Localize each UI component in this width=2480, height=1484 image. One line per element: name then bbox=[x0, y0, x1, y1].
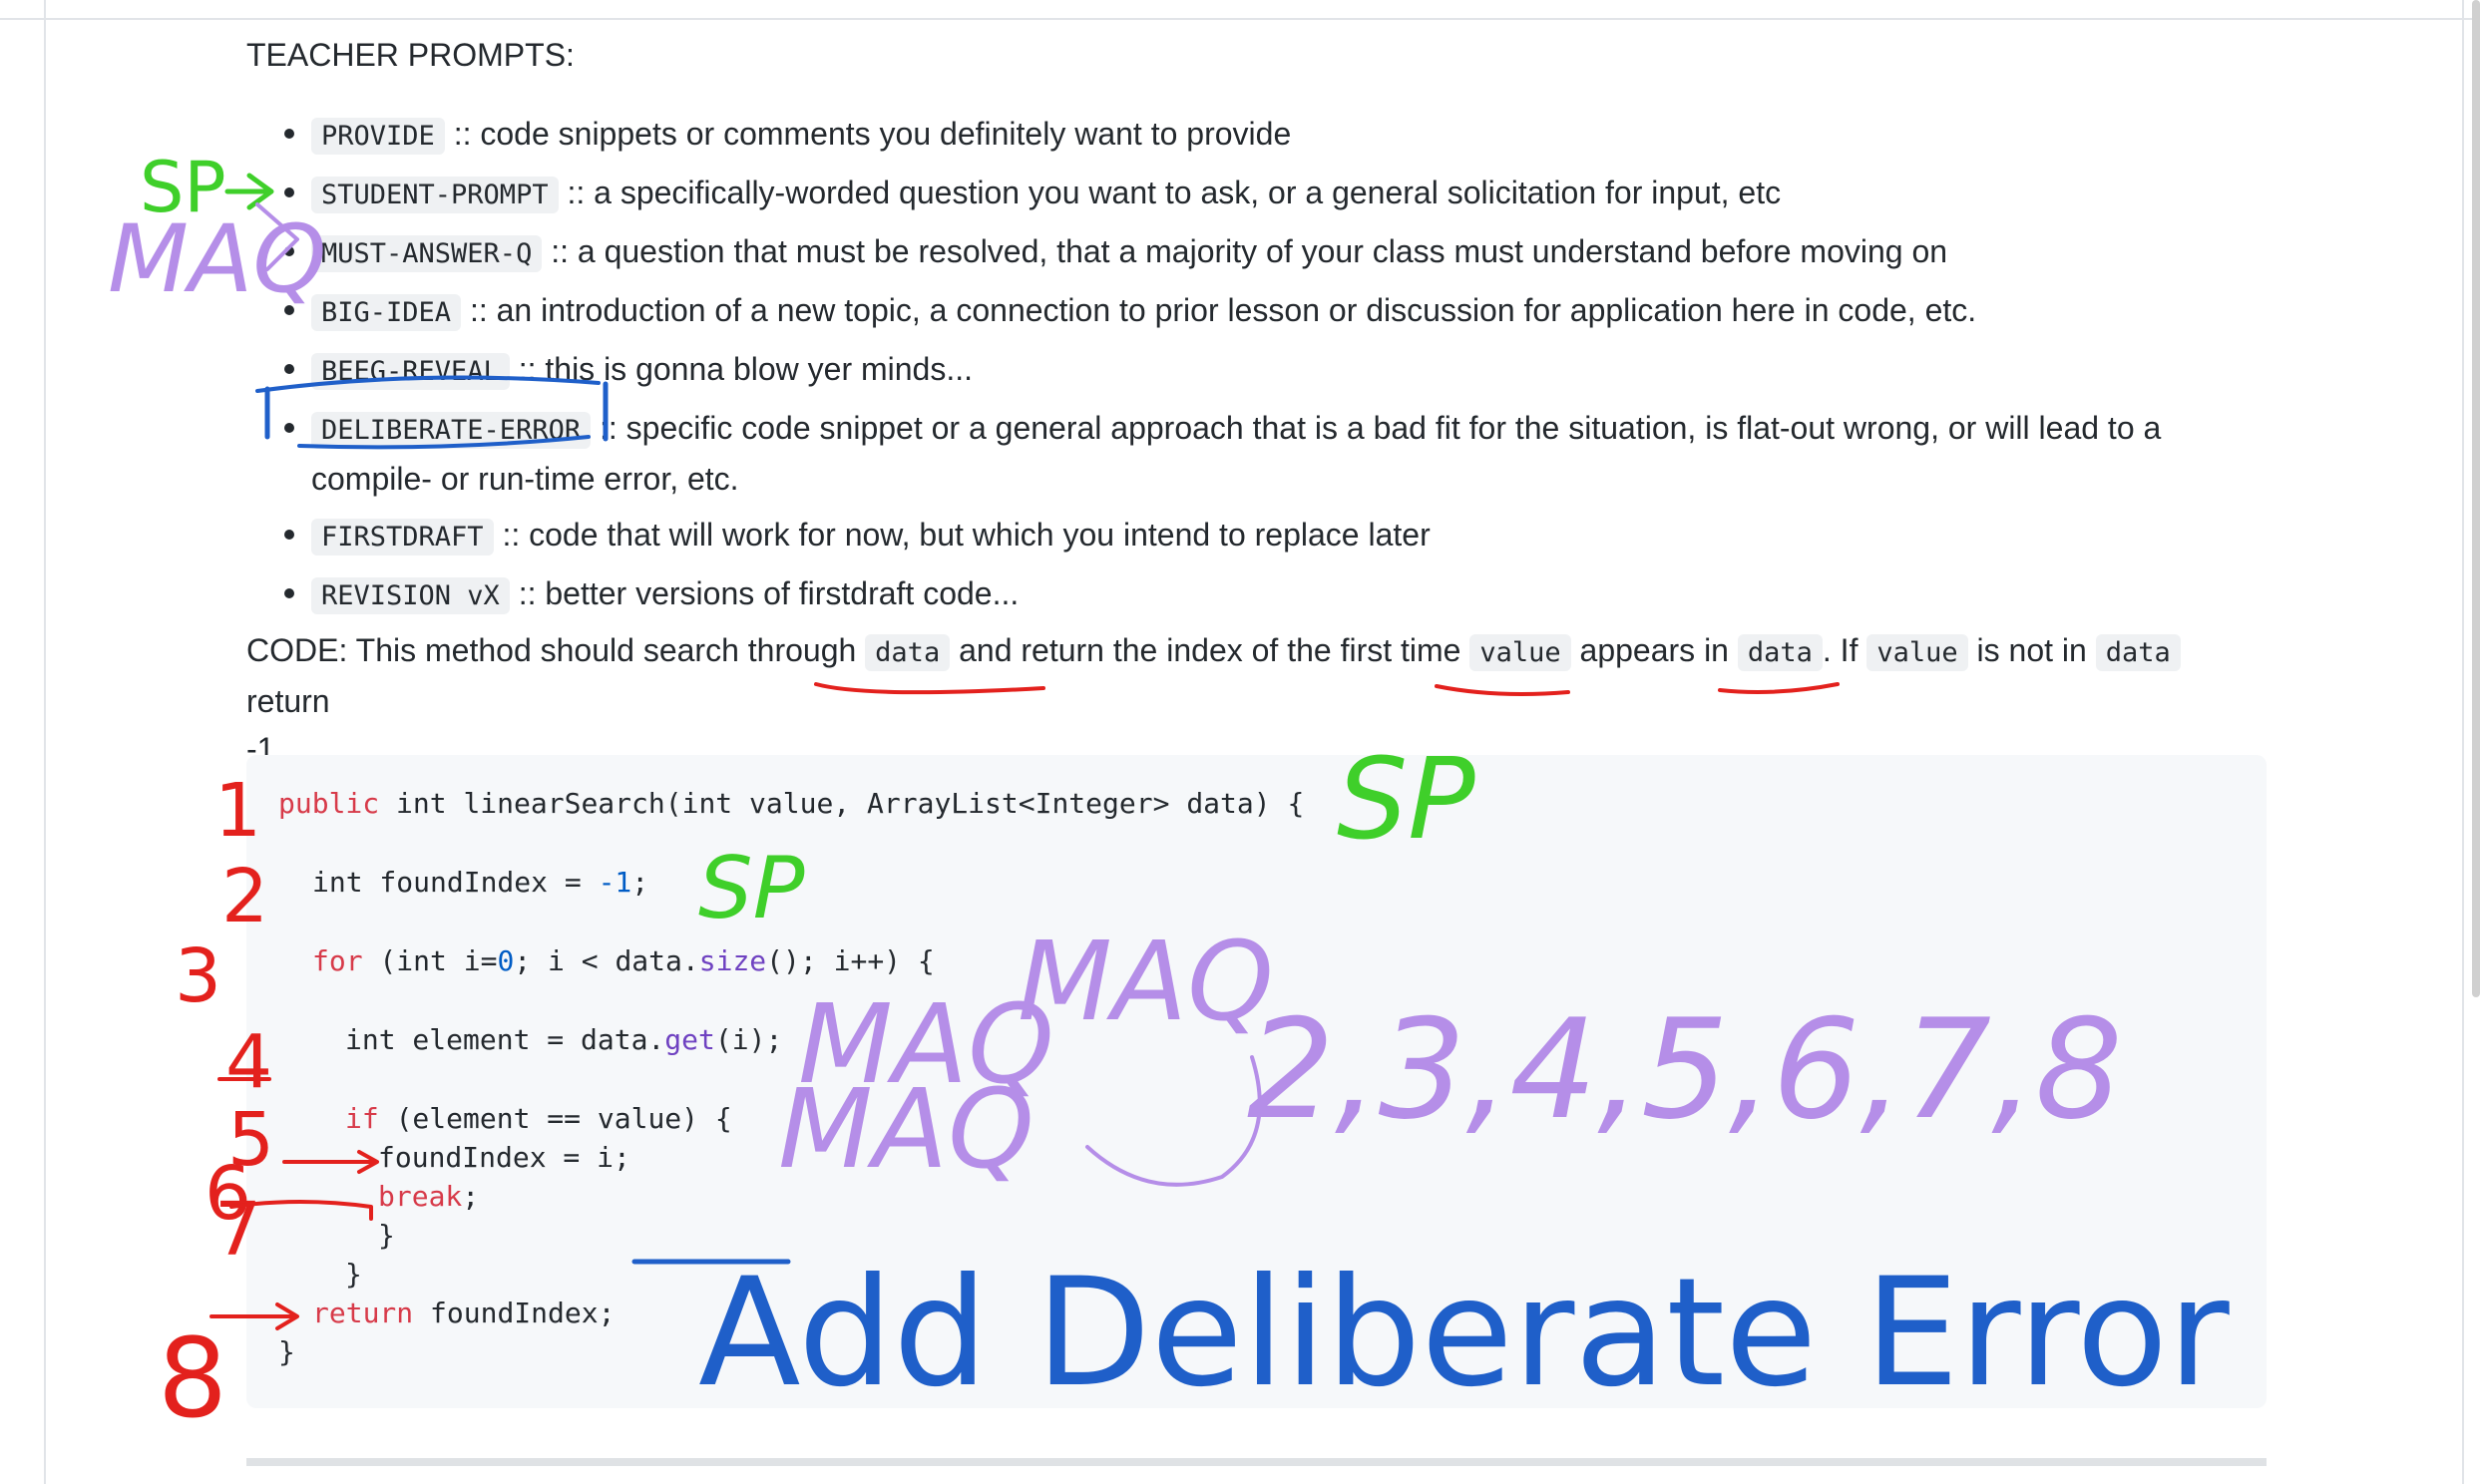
prompt-description: :: an introduction of a new topic, a con… bbox=[469, 292, 1977, 328]
code-keyword: for bbox=[312, 944, 363, 977]
horizontal-rule bbox=[246, 1458, 2267, 1466]
code-line: return foundIndex; bbox=[312, 1297, 615, 1329]
list-item: FIRSTDRAFT :: code that will work for no… bbox=[246, 511, 2242, 561]
prompt-tag: BEEG-REVEAL bbox=[311, 353, 510, 390]
teacher-prompts-list: PROVIDE :: code snippets or comments you… bbox=[246, 110, 2242, 628]
code-text: ; i < data. bbox=[514, 944, 699, 977]
code-line: int foundIndex = -1; bbox=[312, 866, 648, 899]
prompt-tag: DELIBERATE-ERROR bbox=[311, 412, 592, 449]
code-line: } bbox=[345, 1258, 362, 1291]
code-line: int element = data.get(i); bbox=[345, 1023, 782, 1056]
list-item: REVISION vX :: better versions of firstd… bbox=[246, 569, 2242, 620]
prompt-description: :: this is gonna blow yer minds... bbox=[518, 351, 974, 387]
desc-text: CODE: This method should search through bbox=[246, 632, 857, 668]
code-text: foundIndex; bbox=[413, 1297, 616, 1329]
prompt-description: :: a specifically-worded question you wa… bbox=[567, 175, 1782, 210]
code-function: size bbox=[698, 944, 767, 977]
code-text: } bbox=[345, 1258, 362, 1291]
prompt-tag: BIG-IDEA bbox=[311, 294, 462, 331]
list-item: MUST-ANSWER-Q :: a question that must be… bbox=[246, 227, 2242, 278]
prompt-tag: STUDENT-PROMPT bbox=[311, 177, 559, 213]
code-number: -1 bbox=[598, 866, 632, 899]
code-text: } bbox=[278, 1335, 295, 1368]
code-line: break; bbox=[378, 1180, 479, 1213]
content-right-border bbox=[2462, 0, 2464, 1484]
window-frame-top bbox=[0, 0, 2480, 20]
list-item: BIG-IDEA :: an introduction of a new top… bbox=[246, 286, 2242, 337]
annotation-text: SP bbox=[140, 147, 226, 228]
code-line: foundIndex = i; bbox=[378, 1141, 630, 1174]
prompt-tag: PROVIDE bbox=[311, 118, 445, 155]
scrollbar[interactable] bbox=[2472, 0, 2480, 997]
line-number: 8 bbox=[158, 1314, 227, 1442]
inline-code: value bbox=[1866, 634, 1968, 671]
prompt-tag: REVISION vX bbox=[311, 577, 510, 614]
code-line: if (element == value) { bbox=[345, 1102, 732, 1135]
prompt-tag: FIRSTDRAFT bbox=[311, 519, 494, 556]
desc-text: and return the index of the first time bbox=[959, 632, 1461, 668]
desc-text: . If bbox=[1822, 632, 1859, 668]
code-text: (int i= bbox=[362, 944, 498, 977]
code-block[interactable]: public int linearSearch(int value, Array… bbox=[246, 755, 2267, 1408]
content-left-border bbox=[44, 0, 46, 1484]
code-keyword: return bbox=[312, 1297, 414, 1329]
line-number: 3 bbox=[175, 933, 221, 1019]
inline-code: data bbox=[865, 634, 951, 671]
prompt-description: :: better versions of firstdraft code... bbox=[518, 575, 1020, 611]
prompt-description: :: a question that must be resolved, tha… bbox=[551, 233, 1948, 269]
code-function: get bbox=[664, 1023, 715, 1056]
code-text: } bbox=[378, 1219, 395, 1252]
prompt-description: :: specific code snippet or a general ap… bbox=[599, 410, 2162, 446]
inline-code: data bbox=[1737, 634, 1823, 671]
code-text: (i); bbox=[714, 1023, 783, 1056]
inline-code: data bbox=[2095, 634, 2181, 671]
code-number: 0 bbox=[497, 944, 515, 977]
line-number: 6 bbox=[205, 1151, 251, 1237]
code-text: int element = data. bbox=[345, 1023, 665, 1056]
code-text: int linearSearch(int value, ArrayList<In… bbox=[379, 787, 1305, 820]
code-text: foundIndex = i; bbox=[378, 1141, 630, 1174]
desc-text: return bbox=[246, 683, 330, 719]
prompt-description-continued: compile- or run-time error, etc. bbox=[311, 461, 739, 497]
code-keyword: break bbox=[378, 1180, 463, 1213]
code-line: } bbox=[278, 1335, 295, 1368]
list-item: STUDENT-PROMPT :: a specifically-worded … bbox=[246, 169, 2242, 219]
inline-code: value bbox=[1469, 634, 1571, 671]
desc-text: is not in bbox=[1976, 632, 2087, 668]
code-text: ; bbox=[631, 866, 649, 899]
desc-text: appears in bbox=[1579, 632, 1729, 668]
code-text: (); i++) { bbox=[766, 944, 935, 977]
page-heading: TEACHER PROMPTS: bbox=[246, 37, 575, 73]
list-item: PROVIDE :: code snippets or comments you… bbox=[246, 110, 2242, 161]
prompt-tag: MUST-ANSWER-Q bbox=[311, 235, 543, 272]
code-keyword: public bbox=[278, 787, 380, 820]
code-line: } bbox=[378, 1219, 395, 1252]
code-text: (element == value) { bbox=[378, 1102, 732, 1135]
code-text: ; bbox=[462, 1180, 480, 1213]
code-keyword: if bbox=[345, 1102, 379, 1135]
list-item: BEEG-REVEAL :: this is gonna blow yer mi… bbox=[246, 345, 2242, 396]
prompt-description: :: code that will work for now, but whic… bbox=[502, 517, 1431, 553]
code-text: int foundIndex = bbox=[312, 866, 599, 899]
list-item: DELIBERATE-ERROR :: specific code snippe… bbox=[246, 404, 2242, 503]
code-line: public int linearSearch(int value, Array… bbox=[278, 787, 1304, 820]
prompt-description: :: code snippets or comments you definit… bbox=[453, 116, 1292, 152]
code-line: for (int i=0; i < data.size(); i++) { bbox=[312, 944, 935, 977]
code-description: CODE: This method should search through … bbox=[246, 626, 2272, 773]
